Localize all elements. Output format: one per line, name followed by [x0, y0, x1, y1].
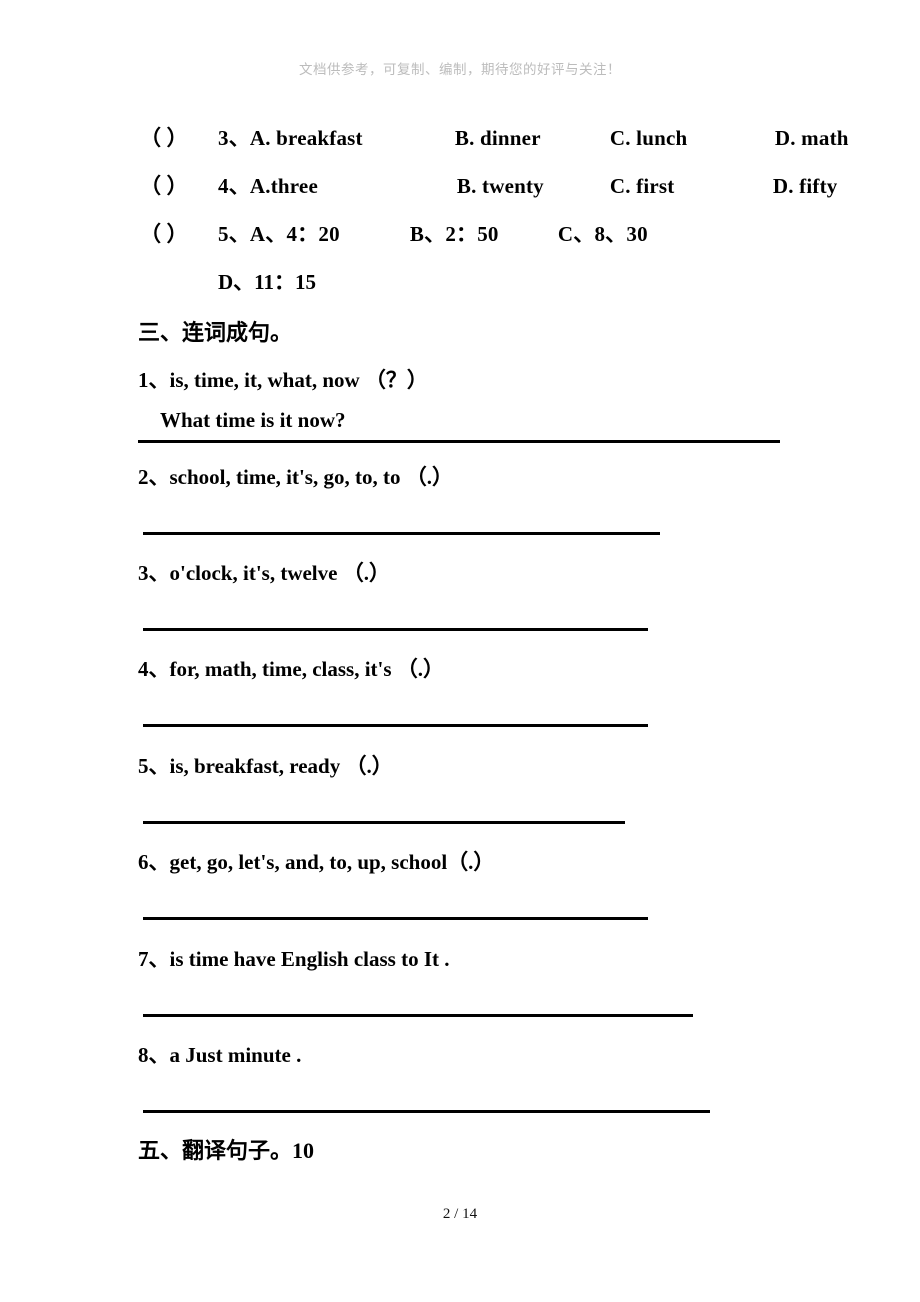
mc-question-5: （ ） 5、A、4：20 B、2：50 C、8、30	[140, 218, 648, 248]
item-number: 4、	[138, 657, 170, 681]
answer-line-2[interactable]	[143, 532, 660, 535]
question-number: 5、	[218, 222, 250, 246]
item-number: 7、	[138, 947, 170, 971]
answer-line-6[interactable]	[143, 917, 648, 920]
item-number: 2、	[138, 465, 170, 489]
sentence-item-6: 6、get, go, let's, and, to, up, school（.）	[138, 846, 494, 876]
option-c[interactable]: C. lunch	[610, 126, 775, 151]
item-words: is, breakfast, ready （.）	[169, 754, 393, 778]
sentence-item-8: 8、a Just minute .	[138, 1039, 301, 1069]
item-words: school, time, it's, go, to, to （.）	[169, 465, 453, 489]
answer-line-7[interactable]	[143, 1014, 693, 1017]
sentence-item-2: 2、school, time, it's, go, to, to （.）	[138, 461, 453, 491]
answer-line-4[interactable]	[143, 724, 648, 727]
item-number: 1、	[138, 368, 170, 392]
item-words: a Just minute .	[169, 1043, 302, 1067]
option-d[interactable]: D. fifty	[773, 174, 838, 199]
sentence-item-5: 5、is, breakfast, ready （.）	[138, 750, 393, 780]
item-number: 6、	[138, 850, 170, 874]
option-a[interactable]: A. breakfast	[250, 126, 455, 151]
item-number: 5、	[138, 754, 170, 778]
mc-question-5-option-d[interactable]: D、11：15	[218, 266, 316, 296]
answer-bracket[interactable]: （ ）	[140, 122, 218, 152]
option-c[interactable]: C. first	[610, 174, 773, 199]
answer-line-3[interactable]	[143, 628, 648, 631]
option-c[interactable]: C、8、30	[558, 218, 648, 248]
item-words: for, math, time, class, it's （.）	[169, 657, 445, 681]
answer-line-5[interactable]	[143, 821, 625, 824]
answer-bracket[interactable]: （ ）	[140, 218, 218, 248]
sentence-item-4: 4、for, math, time, class, it's （.）	[138, 653, 444, 683]
mc-question-4: （ ） 4、A.three B. twenty C. first D. fifty	[140, 170, 838, 200]
option-a[interactable]: A.three	[250, 174, 457, 199]
answer-line-8[interactable]	[143, 1110, 710, 1113]
sentence-item-1: 1、is, time, it, what, now （？）	[138, 364, 428, 394]
mc-question-3: （ ） 3、A. breakfast B. dinner C. lunch D. mat…	[140, 122, 849, 152]
option-b[interactable]: B. dinner	[455, 126, 610, 151]
item-words: is time have English class to It .	[169, 947, 450, 971]
watermark-text: 文档供参考，可复制、编制，期待您的好评与关注！	[299, 62, 621, 78]
sentence-item-7: 7、is time have English class to It .	[138, 943, 450, 973]
sentence-item-3: 3、o'clock, it's, twelve （.）	[138, 557, 390, 587]
option-b[interactable]: B. twenty	[457, 174, 610, 199]
page-footer: 2 / 14	[442, 1206, 478, 1222]
item-words: get, go, let's, and, to, up, school（.）	[169, 850, 495, 874]
question-number: 3、	[218, 126, 250, 150]
item-number: 3、	[138, 561, 170, 585]
document-page: 文档供参考，可复制、编制，期待您的好评与关注！ （ ） 3、A. breakfas…	[0, 0, 920, 1302]
section-five-heading: 五、翻译句子。10	[138, 1133, 314, 1165]
section-three-heading: 三、连词成句。	[138, 315, 292, 347]
section-three-heading-label: 三、连词成句。	[138, 321, 293, 346]
section-five-points: 10	[292, 1138, 315, 1163]
question-number: 4、	[218, 174, 250, 198]
option-b[interactable]: B、2：50	[410, 218, 558, 248]
section-five-heading-label: 五、翻译句子。	[138, 1139, 293, 1164]
item-words: o'clock, it's, twelve （.）	[169, 561, 390, 585]
answer-line-1[interactable]	[138, 440, 780, 443]
answer-text-1[interactable]: What time is it now?	[160, 408, 346, 433]
item-number: 8、	[138, 1043, 170, 1067]
option-a[interactable]: A、4：20	[250, 218, 410, 248]
option-d[interactable]: D. math	[775, 126, 849, 151]
item-words: is, time, it, what, now （？）	[169, 368, 428, 392]
answer-bracket[interactable]: （ ）	[140, 170, 218, 200]
